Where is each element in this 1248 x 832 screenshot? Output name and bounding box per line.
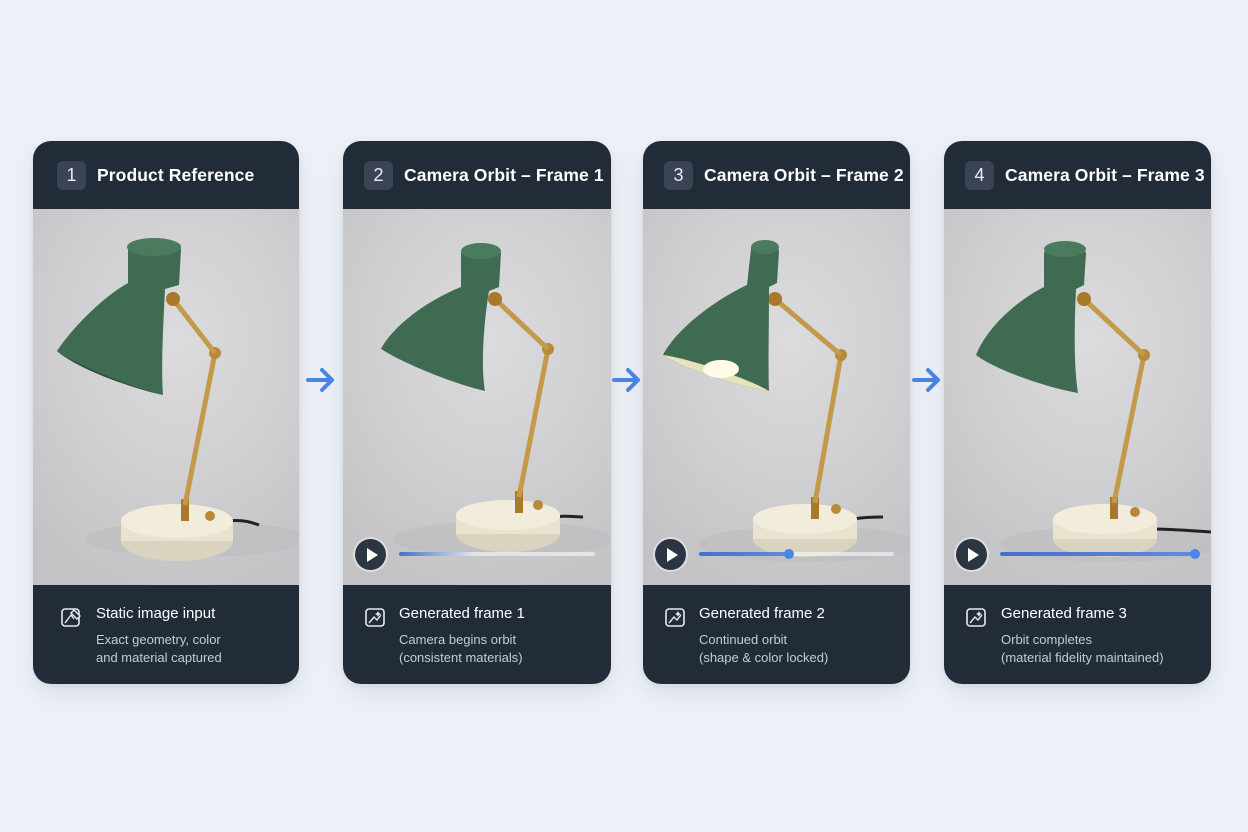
progress-track[interactable] xyxy=(699,549,894,559)
card-header: 4 Camera Orbit – Frame 3 xyxy=(944,141,1211,209)
step-badge: 1 xyxy=(57,160,86,190)
progress-fill xyxy=(699,552,789,556)
card-footer: Generated frame 3 Orbit completes (mater… xyxy=(944,585,1211,684)
lamp-image xyxy=(381,243,611,557)
card-header: 2 Camera Orbit – Frame 1 xyxy=(343,141,611,209)
footer-desc-line2: (consistent materials) xyxy=(399,650,523,665)
card-product-reference: 1 Product Reference Static image input E… xyxy=(33,141,299,684)
footer-desc-line1: Continued orbit xyxy=(699,632,788,647)
card-title: Camera Orbit – Frame 1 xyxy=(404,164,604,185)
footer-desc-line1: Orbit completes xyxy=(1001,632,1093,647)
footer-desc-line1: Exact geometry, color xyxy=(96,632,221,647)
arrow-right-icon xyxy=(612,368,640,392)
footer-description: Camera begins orbit (consistent material… xyxy=(399,631,523,667)
footer-title: Static image input xyxy=(96,605,216,622)
progress-track[interactable] xyxy=(399,552,595,556)
play-button[interactable] xyxy=(956,539,987,570)
card-title: Product Reference xyxy=(97,164,255,185)
card-frame-1: 2 Camera Orbit – Frame 1 Generated frame… xyxy=(343,141,611,684)
footer-description: Continued orbit (shape & color locked) xyxy=(699,631,828,667)
lamp-photo xyxy=(944,209,1211,585)
arrow-right-icon xyxy=(306,368,334,392)
card-title: Camera Orbit – Frame 3 xyxy=(1005,164,1205,185)
video-player xyxy=(655,539,896,571)
footer-title: Generated frame 3 xyxy=(1001,605,1127,622)
step-badge: 4 xyxy=(965,160,994,190)
progress-knob[interactable] xyxy=(1190,549,1200,559)
card-frame-3: 4 Camera Orbit – Frame 3 Generated frame… xyxy=(944,141,1211,684)
lamp-image xyxy=(57,238,299,561)
card-frame-2: 3 Camera Orbit – Frame 2 Generated frame… xyxy=(643,141,910,684)
footer-desc-line2: (material fidelity maintained) xyxy=(1001,650,1164,665)
video-player xyxy=(956,539,1200,571)
step-badge: 3 xyxy=(664,160,693,190)
step-badge: 2 xyxy=(364,160,393,190)
lamp-photo xyxy=(343,209,611,585)
footer-title: Generated frame 1 xyxy=(399,605,525,622)
lamp-image xyxy=(976,241,1211,562)
card-header: 1 Product Reference xyxy=(33,141,299,209)
image-edit-icon xyxy=(61,608,81,627)
progress-fill xyxy=(1000,552,1195,556)
footer-title: Generated frame 2 xyxy=(699,605,825,622)
arrow-right-icon xyxy=(912,368,940,392)
progress-track[interactable] xyxy=(1000,549,1200,559)
footer-desc-line2: and material captured xyxy=(96,650,222,665)
play-button[interactable] xyxy=(355,539,386,570)
progress-fill xyxy=(399,552,474,556)
footer-description: Exact geometry, color and material captu… xyxy=(96,631,222,667)
play-icon xyxy=(666,547,678,562)
lamp-photo xyxy=(643,209,910,585)
footer-description: Orbit completes (material fidelity maint… xyxy=(1001,631,1164,667)
card-footer: Generated frame 2 Continued orbit (shape… xyxy=(643,585,910,684)
sparkle-image-icon xyxy=(365,608,385,627)
progress-knob[interactable] xyxy=(783,549,794,559)
card-title: Camera Orbit – Frame 2 xyxy=(704,164,904,185)
video-player xyxy=(355,539,597,571)
card-footer: Generated frame 1 Camera begins orbit (c… xyxy=(343,585,611,684)
card-footer: Static image input Exact geometry, color… xyxy=(33,585,299,684)
lamp-photo xyxy=(33,209,299,585)
sparkle-image-icon xyxy=(665,608,685,627)
footer-desc-line1: Camera begins orbit xyxy=(399,632,517,647)
card-header: 3 Camera Orbit – Frame 2 xyxy=(643,141,910,209)
play-button[interactable] xyxy=(655,539,686,570)
play-icon xyxy=(967,547,979,562)
sparkle-image-icon xyxy=(966,608,986,627)
play-icon xyxy=(366,547,378,562)
lamp-image xyxy=(663,240,910,562)
footer-desc-line2: (shape & color locked) xyxy=(699,650,829,665)
